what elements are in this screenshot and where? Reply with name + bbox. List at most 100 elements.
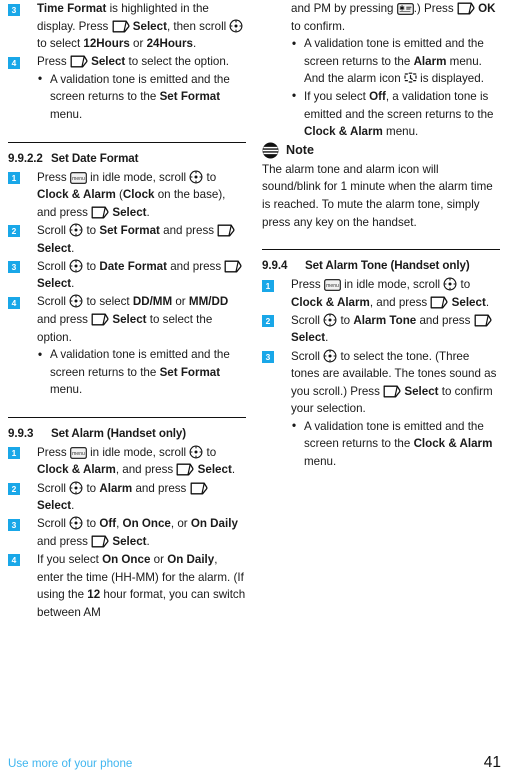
note-body: The alarm tone and alarm icon will sound… <box>262 162 493 229</box>
softkey-select-icon <box>383 385 401 398</box>
softkey-select-icon <box>430 296 448 309</box>
section-divider-alarm-tone <box>262 249 500 251</box>
scroll-navigation-icon <box>323 349 337 363</box>
svg-text:✱: ✱ <box>399 4 405 12</box>
step-number-badge: 4 <box>8 554 20 567</box>
step-item: 4 If you select On Once or On Daily, ente… <box>8 551 246 621</box>
emphasised-term: Date Format <box>99 259 167 273</box>
section-number: 9.9.3 <box>8 426 34 440</box>
bullet-list: A validation tone is emitted and the scr… <box>37 346 246 399</box>
note-title: Note <box>286 143 314 158</box>
step-item: 3 Time Format is highlighted in the displ… <box>8 0 246 53</box>
emphasised-term: Select <box>91 55 126 69</box>
emphasised-term: Select <box>37 499 72 513</box>
bullet-list: A validation tone is emitted and the scr… <box>37 70 246 124</box>
svg-text:menu: menu <box>72 451 85 457</box>
emphasised-term: DD/MM <box>132 295 173 309</box>
emphasised-term: Clock & Alarm <box>291 295 370 309</box>
emphasised-term: Set Format <box>159 90 221 104</box>
emphasised-term: Set Format <box>159 365 221 379</box>
step-item: 4 Scroll to select DD/MM or MM/DD and pre… <box>8 293 246 399</box>
section-divider-set-alarm <box>8 416 246 418</box>
step-item: 3 Scroll to Off, On Once, or On Daily and… <box>8 515 246 550</box>
emphasised-term: Select <box>291 331 326 345</box>
step-text: Scroll to select DD/MM or MM/DD and pres… <box>37 294 229 344</box>
scroll-navigation-icon <box>69 516 83 530</box>
manual-page: 3 Time Format is highlighted in the displ… <box>0 0 509 778</box>
scroll-navigation-icon <box>189 170 203 184</box>
step-item: and PM by pressing ✱.) Press OK to confi… <box>262 0 500 141</box>
emphasised-term: Clock <box>122 188 155 202</box>
svg-text:menu: menu <box>326 283 339 289</box>
emphasised-term: Clock & Alarm <box>413 437 493 451</box>
step-number-badge: 3 <box>8 3 20 16</box>
step-item: 2 Scroll to Set Format and press Select. <box>8 222 246 257</box>
softkey-select-icon <box>474 314 492 327</box>
step-list: 1 Press menu in idle mode, scroll to Cloc… <box>262 276 500 471</box>
section-divider-date-format <box>8 141 246 143</box>
set-alarm-steps-continued: and PM by pressing ✱.) Press OK to confi… <box>262 0 500 141</box>
softkey-select-icon <box>176 463 194 476</box>
emphasised-term: Select <box>112 312 147 326</box>
section-number: 9.9.2.2 <box>8 151 43 165</box>
scroll-navigation-icon <box>69 259 83 273</box>
step-text: and PM by pressing ✱.) Press OK to confi… <box>291 2 496 33</box>
step-number-badge: 2 <box>262 315 274 328</box>
emphasised-term: On Once <box>102 552 151 566</box>
section-number: 9.9.4 <box>262 259 288 273</box>
step-text: Press Select to select the option. <box>37 55 230 69</box>
emphasised-term: Off <box>369 89 386 103</box>
softkey-select-icon <box>190 482 208 495</box>
step-text: Scroll to Alarm and press Select. <box>37 481 208 513</box>
emphasised-term: Select <box>132 19 167 33</box>
menu-key-icon: menu <box>70 171 87 184</box>
step-text: Time Format is highlighted in the displa… <box>37 2 243 50</box>
step-text: Press menu in idle mode, scroll to Clock… <box>291 277 490 309</box>
emphasised-term: OK <box>478 2 496 15</box>
step-number-badge: 1 <box>8 447 20 460</box>
menu-key-icon: menu <box>70 447 87 459</box>
left-column: 3 Time Format is highlighted in the displ… <box>8 0 246 622</box>
time-format-steps-continued: 3 Time Format is highlighted in the displ… <box>8 0 246 124</box>
note-icon <box>262 142 279 159</box>
step-number-badge: 3 <box>8 518 20 531</box>
scroll-navigation-icon <box>69 223 83 237</box>
softkey-select-icon <box>224 260 242 273</box>
emphasised-term: 12Hours <box>83 37 130 51</box>
step-item: 2 Scroll to Alarm and press Select. <box>8 480 246 515</box>
step-item: 1 Press menu in idle mode, scroll to Cloc… <box>262 276 500 311</box>
emphasised-term: Select <box>112 534 147 548</box>
section-set-date-format: 9.9.2.2 Set Date Format 1 Press menu in idl… <box>8 152 246 399</box>
scroll-navigation-icon <box>443 277 457 291</box>
page-footer: Use more of your phone 41 <box>8 750 501 771</box>
emphasised-term: 24Hours <box>146 37 193 51</box>
footer-breadcrumb: Use more of your phone <box>8 757 133 770</box>
bullet-item: A validation tone is emitted and the scr… <box>37 70 246 124</box>
softkey-select-icon <box>91 313 109 326</box>
step-number-badge: 3 <box>262 351 274 363</box>
emphasised-term: Set Format <box>99 223 160 237</box>
bullet-item: If you select Off, a validation tone is … <box>291 87 500 141</box>
softkey-select-icon <box>457 2 475 15</box>
section-heading: 9.9.3 Set Alarm (Handset only) <box>8 427 246 441</box>
svg-text:menu: menu <box>72 176 85 182</box>
scroll-navigation-icon <box>229 19 243 33</box>
time-format-steps-continued: 3 Time Format is highlighted in the displ… <box>8 0 246 124</box>
step-number-badge: 3 <box>8 261 20 274</box>
emphasised-term: On Once <box>122 517 171 531</box>
step-list: 1 Press menu in idle mode, scroll to Cloc… <box>8 169 246 399</box>
step-number-badge: 1 <box>8 172 20 185</box>
note-alarm-tone: Note The alarm tone and alarm icon will s… <box>262 142 500 231</box>
step-number-badge: 4 <box>8 56 20 69</box>
section-heading: 9.9.2.2 Set Date Format <box>8 152 246 166</box>
step-number-badge: 2 <box>8 483 20 496</box>
page-number: 41 <box>483 754 501 771</box>
emphasised-term: Select <box>404 384 439 398</box>
step-item: 3 Scroll to Date Format and press Select. <box>8 258 246 293</box>
emphasised-term: On Daily <box>190 517 238 531</box>
step-item: 3 Scroll to select the tone. (Three tones… <box>262 348 500 471</box>
emphasised-term: 12 <box>87 588 101 602</box>
step-text: Press menu in idle mode, scroll to Clock… <box>37 445 236 477</box>
step-text: Scroll to Set Format and press Select. <box>37 223 235 255</box>
note-header: Note <box>262 142 500 159</box>
